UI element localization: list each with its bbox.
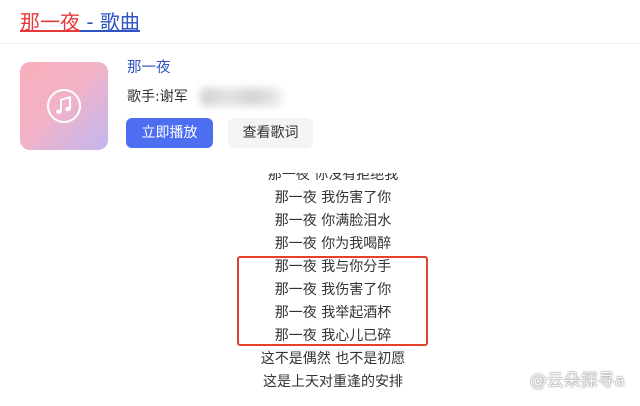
lyric-line: 那一夜 你没有拒绝我	[267, 173, 399, 183]
lyric-line: 那一夜 我伤害了你	[274, 190, 392, 206]
lyric-line: 那一夜 你满脸泪水	[274, 213, 392, 229]
song-name-link[interactable]: 那一夜	[127, 58, 171, 78]
highlight-box	[237, 256, 428, 346]
blurred-redaction	[200, 88, 282, 106]
view-lyrics-button[interactable]: 查看歌词	[228, 118, 313, 148]
album-cover[interactable]	[20, 62, 108, 150]
lyrics-list: 那一夜 你没有拒绝我 那一夜 我伤害了你 那一夜 你满脸泪水 那一夜 你为我喝醉 那一夜…	[0, 173, 640, 394]
result-title-link[interactable]: 那一夜 - 歌曲	[20, 8, 140, 36]
divider	[0, 43, 640, 44]
title-suffix[interactable]: - 歌曲	[80, 10, 140, 34]
watermark: @云朵探寻a	[529, 371, 625, 391]
lyric-line: 这不是偶然 也不是初愿	[260, 351, 406, 367]
singer-label: 歌手:谢军	[127, 89, 188, 105]
title-keyword[interactable]: 那一夜	[20, 10, 80, 34]
play-now-button[interactable]: 立即播放	[126, 118, 213, 148]
music-note-icon	[47, 89, 81, 123]
lyric-line: 那一夜 你为我喝醉	[274, 236, 392, 252]
